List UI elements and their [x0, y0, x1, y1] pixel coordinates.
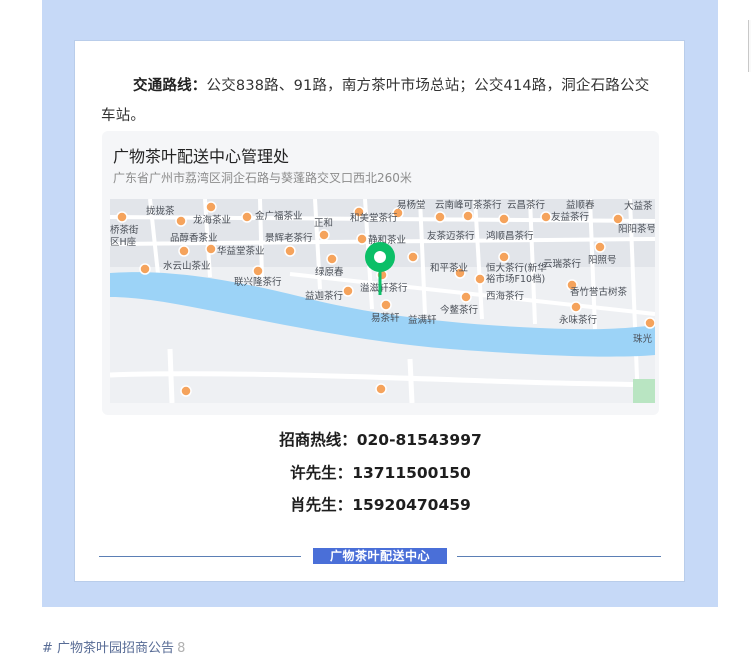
map-graphic: 拢拢茶龙海茶业 金广福茶业 正和 和美堂茶行易杨堂 云南峰可茶茶行 云昌茶行 益顺春 大…	[110, 199, 655, 403]
svg-text:裕市场F10档): 裕市场F10档)	[486, 273, 545, 285]
svg-text:区H座: 区H座	[110, 236, 137, 248]
xu-contact-line: 许先生：13711500150	[75, 461, 686, 483]
svg-text:云南峰可茶茶行: 云南峰可茶茶行	[435, 199, 502, 211]
divider-right	[457, 556, 661, 557]
svg-text:友益茶行: 友益茶行	[551, 211, 590, 223]
svg-text:益顺春: 益顺春	[566, 199, 595, 211]
svg-text:华益堂茶业: 华益堂茶业	[217, 245, 265, 257]
svg-text:益迦茶行: 益迦茶行	[305, 290, 344, 302]
svg-text:友茶迈茶行: 友茶迈茶行	[427, 230, 475, 242]
divider-left	[99, 556, 301, 557]
xiao-label: 肖先生：	[290, 496, 353, 514]
svg-text:云昌茶行: 云昌茶行	[507, 199, 546, 211]
svg-text:正和: 正和	[314, 218, 333, 229]
svg-text:西海茶行: 西海茶行	[486, 290, 525, 302]
route-label: 交通路线：	[133, 78, 207, 94]
svg-text:阳照号: 阳照号	[588, 255, 617, 266]
svg-text:恒大茶行(新华: 恒大茶行(新华	[486, 262, 547, 274]
route-paragraph: 交通路线：公交838路、91路，南方茶叶市场总站；公交414路，洞企石路公交车站…	[101, 71, 661, 131]
svg-text:拢拢茶: 拢拢茶	[146, 205, 175, 217]
svg-text:易杨堂: 易杨堂	[397, 199, 426, 211]
tag-count: 8	[177, 641, 186, 656]
xiao-contact-line: 肖先生：15920470459	[75, 493, 686, 515]
topic-tag[interactable]: # 广物茶叶园招商公告 8	[42, 637, 185, 656]
svg-text:易茶轩: 易茶轩	[371, 312, 400, 324]
svg-text:金广福茶业: 金广福茶业	[255, 210, 303, 222]
svg-text:益满轩: 益满轩	[408, 314, 437, 326]
svg-text:水云山茶业: 水云山茶业	[163, 260, 211, 272]
svg-text:绿原春: 绿原春	[315, 266, 344, 278]
map-image[interactable]: 拢拢茶龙海茶业 金广福茶业 正和 和美堂茶行 易杨堂 云南峰可茶茶行 云昌茶行 益顺春 大…	[110, 199, 655, 403]
tag-text[interactable]: 广物茶叶园招商公告	[57, 641, 174, 656]
svg-text:香竹誉古树茶: 香竹誉古树茶	[570, 286, 628, 298]
xu-phone[interactable]: 13711500150	[352, 464, 471, 482]
svg-text:珠光: 珠光	[633, 333, 653, 345]
svg-text:龙海茶业: 龙海茶业	[193, 214, 231, 226]
svg-text:桥茶街: 桥茶街	[110, 224, 139, 236]
map-card[interactable]: 广物茶叶配送中心管理处 广东省广州市荔湾区洞企石路与葵蓬路交叉口西北260米 拢…	[102, 131, 659, 415]
svg-text:联兴隆茶行: 联兴隆茶行	[234, 276, 282, 288]
svg-text:阳阳茶号: 阳阳茶号	[618, 223, 655, 235]
svg-text:鸿顺昌茶行: 鸿顺昌茶行	[486, 230, 534, 242]
hotline-line: 招商热线：020-81543997	[75, 428, 686, 450]
content-card: 交通路线：公交838路、91路，南方茶叶市场总站；公交414路，洞企石路公交车站…	[74, 40, 685, 582]
svg-text:溢滋轩茶行: 溢滋轩茶行	[360, 282, 408, 294]
map-title: 广物茶叶配送中心管理处	[113, 147, 290, 166]
svg-text:大益茶: 大益茶	[624, 200, 653, 212]
svg-text:和美堂茶行: 和美堂茶行	[350, 212, 398, 224]
svg-text:和平茶业: 和平茶业	[430, 262, 468, 274]
svg-text:景辉老茶行: 景辉老茶行	[265, 232, 313, 244]
svg-text:今鳌茶行: 今鳌茶行	[440, 304, 479, 316]
xiao-phone[interactable]: 15920470459	[352, 496, 471, 514]
svg-text:品醇香茶业: 品醇香茶业	[170, 232, 218, 244]
hotline-label: 招商热线：	[279, 431, 357, 449]
footer-badge: 广物茶叶配送中心	[313, 548, 447, 564]
hotline-number[interactable]: 020-81543997	[357, 431, 482, 449]
map-address: 广东省广州市荔湾区洞企石路与葵蓬路交叉口西北260米	[113, 171, 412, 185]
svg-text:云瑞茶行: 云瑞茶行	[543, 258, 582, 270]
svg-text:永味茶行: 永味茶行	[559, 314, 598, 326]
tag-hash: #	[42, 641, 53, 656]
xu-label: 许先生：	[290, 464, 353, 482]
